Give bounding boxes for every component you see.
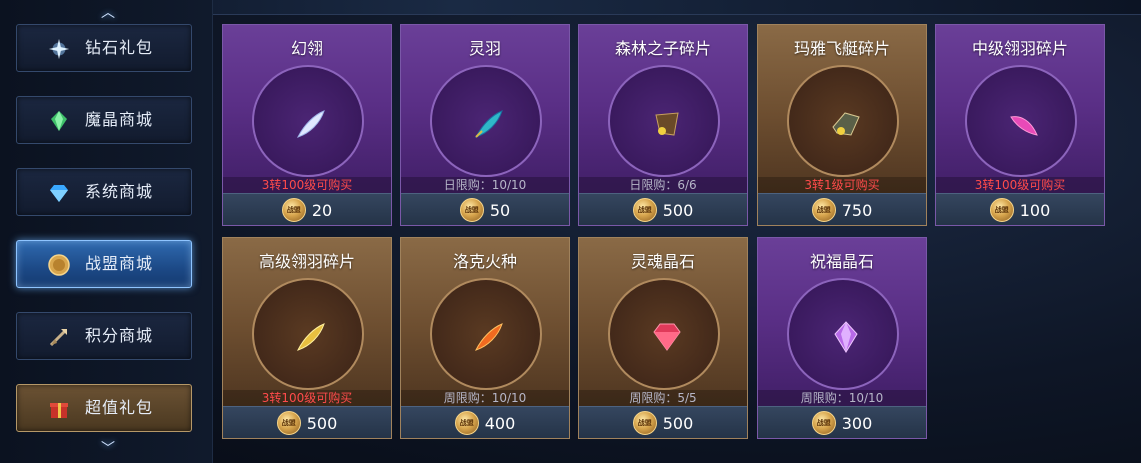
purchase-condition: 周限购：10/10 — [758, 390, 926, 406]
alliance-coin-icon: 战盟 — [811, 198, 836, 222]
shop-item-card[interactable]: 森林之子碎片 日限购：6/6 战盟 500 — [578, 24, 748, 226]
green-crystal-icon — [47, 109, 71, 133]
chevron-down-icon[interactable]: ﹀ — [97, 442, 119, 456]
purchase-condition: 3转100级可购买 — [936, 177, 1104, 193]
alliance-coin-icon: 战盟 — [989, 198, 1014, 222]
item-frame — [608, 278, 720, 390]
item-price: 50 — [489, 200, 511, 220]
item-name: 灵魂晶石 — [630, 252, 695, 271]
shop-item-card[interactable]: 灵魂晶石 周限购：5/5 战盟 500 — [578, 237, 748, 439]
item-name: 玛雅飞艇碎片 — [793, 39, 890, 58]
item-frame — [252, 65, 364, 177]
purchase-condition: 3转100级可购买 — [223, 177, 391, 193]
purchase-condition: 3转1级可购买 — [758, 177, 926, 193]
sidebar-item-magic-crystal-shop[interactable]: 魔晶商城 — [16, 96, 192, 144]
sidebar-item-alliance-shop[interactable]: 战盟商城 — [16, 240, 192, 288]
item-frame — [965, 65, 1077, 177]
alliance-coin-icon: 战盟 — [632, 198, 657, 222]
sidebar-item-points-shop[interactable]: 积分商城 — [16, 312, 192, 360]
diamond-sparkle-icon — [47, 37, 71, 61]
item-name: 祝福晶石 — [809, 252, 874, 271]
chevron-up-icon[interactable]: ︿ — [97, 6, 119, 20]
price-bar: 战盟 100 — [936, 193, 1104, 225]
item-price: 300 — [841, 413, 873, 433]
shop-item-card[interactable]: 中级翎羽碎片 3转100级可购买 战盟 100 — [935, 24, 1105, 226]
gold-feather-icon — [297, 323, 325, 351]
sidebar-item-label: 系统商城 — [85, 182, 154, 201]
purchase-condition: 3转100级可购买 — [223, 390, 391, 406]
teal-feather-icon — [475, 110, 503, 138]
item-name: 森林之子碎片 — [614, 39, 711, 58]
item-price: 400 — [484, 413, 516, 433]
item-price: 500 — [306, 413, 338, 433]
alliance-coin-icon: 战盟 — [281, 198, 306, 222]
sidebar-item-label: 超值礼包 — [85, 398, 154, 417]
item-frame — [787, 65, 899, 177]
item-name: 灵羽 — [468, 39, 501, 58]
shop-item-card[interactable]: 灵羽 日限购：10/10 战盟 50 — [400, 24, 570, 226]
forest-wings-icon — [655, 112, 679, 136]
shop-item-card[interactable]: 玛雅飞艇碎片 3转1级可购买 战盟 750 — [757, 24, 927, 226]
alliance-coin-icon — [47, 253, 71, 277]
shop-item-card[interactable]: 高级翎羽碎片 3转100级可购买 战盟 500 — [222, 237, 392, 439]
price-bar: 战盟 750 — [758, 193, 926, 225]
purchase-condition: 周限购：10/10 — [401, 390, 569, 406]
price-bar: 战盟 20 — [223, 193, 391, 225]
item-price: 20 — [311, 200, 333, 220]
item-price: 500 — [662, 413, 694, 433]
blue-diamond-icon — [47, 181, 71, 205]
points-arrow-icon — [47, 325, 71, 349]
shop-item-card[interactable]: 洛克火种 周限购：10/10 战盟 400 — [400, 237, 570, 439]
item-frame — [430, 65, 542, 177]
item-frame — [252, 278, 364, 390]
sidebar-item-label: 战盟商城 — [85, 254, 154, 273]
alliance-coin-icon: 战盟 — [454, 411, 479, 435]
airship-icon — [832, 112, 860, 136]
item-price: 100 — [1019, 200, 1051, 220]
sidebar-item-value-gift[interactable]: 超值礼包 — [16, 384, 192, 432]
purchase-condition: 日限购：6/6 — [579, 177, 747, 193]
purple-crystal-icon — [834, 321, 858, 353]
white-feather-icon — [297, 110, 325, 138]
alliance-coin-icon: 战盟 — [276, 411, 301, 435]
item-name: 幻翎 — [290, 39, 323, 58]
sidebar-item-label: 积分商城 — [85, 326, 154, 345]
item-name: 高级翎羽碎片 — [258, 252, 355, 271]
pink-feather-icon — [1010, 116, 1038, 136]
item-frame — [787, 278, 899, 390]
item-price: 750 — [841, 200, 873, 220]
shop-item-card[interactable]: 幻翎 3转100级可购买 战盟 20 — [222, 24, 392, 226]
purchase-condition: 周限购：5/5 — [579, 390, 747, 406]
sidebar-item-label: 魔晶商城 — [85, 110, 154, 129]
gift-box-icon — [47, 397, 71, 421]
purchase-condition: 日限购：10/10 — [401, 177, 569, 193]
sidebar-item-system-shop[interactable]: 系统商城 — [16, 168, 192, 216]
item-frame — [608, 65, 720, 177]
price-bar: 战盟 400 — [401, 406, 569, 438]
sidebar-item-diamond-gift[interactable]: 钻石礼包 — [16, 24, 192, 72]
alliance-coin-icon: 战盟 — [632, 411, 657, 435]
alliance-coin-icon: 战盟 — [811, 411, 836, 435]
item-price: 500 — [662, 200, 694, 220]
shop-sidebar: ︿ 钻石礼包 魔晶商城 系统商城 战盟商城 积分商城 超值礼包 ﹀ — [0, 0, 213, 463]
item-name: 中级翎羽碎片 — [971, 39, 1068, 58]
item-frame — [430, 278, 542, 390]
price-bar: 战盟 500 — [579, 193, 747, 225]
price-bar: 战盟 50 — [401, 193, 569, 225]
price-bar: 战盟 500 — [579, 406, 747, 438]
sidebar-item-label: 钻石礼包 — [85, 38, 154, 57]
shop-item-card[interactable]: 祝福晶石 周限购：10/10 战盟 300 — [757, 237, 927, 439]
item-name: 洛克火种 — [452, 252, 517, 271]
red-gem-icon — [653, 323, 681, 351]
fire-feather-icon — [475, 323, 503, 351]
price-bar: 战盟 300 — [758, 406, 926, 438]
alliance-coin-icon: 战盟 — [459, 198, 484, 222]
price-bar: 战盟 500 — [223, 406, 391, 438]
